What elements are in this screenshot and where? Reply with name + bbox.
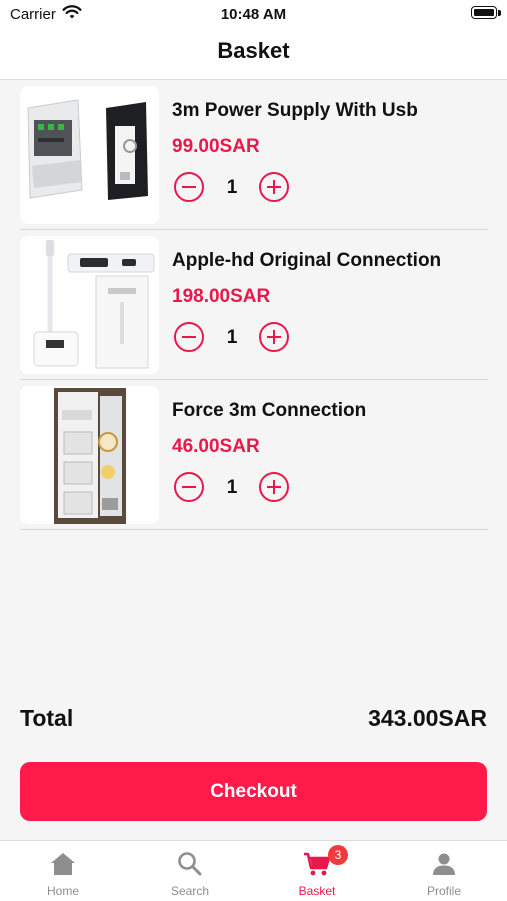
tab-basket[interactable]: 3 Basket bbox=[254, 841, 380, 901]
tab-label: Home bbox=[46, 884, 79, 898]
tab-bar: Home Search 3 Basket Profile bbox=[0, 840, 507, 901]
navigation-header: Basket bbox=[0, 28, 507, 80]
tab-search[interactable]: Search bbox=[127, 841, 253, 901]
total-row: Total 343.00SAR bbox=[20, 705, 487, 735]
increase-quantity-button[interactable] bbox=[259, 472, 289, 502]
tab-label: Search bbox=[170, 884, 210, 898]
product-name: 3m Power Supply With Usb bbox=[172, 100, 418, 121]
product-price: 99.00SAR bbox=[172, 136, 260, 157]
tab-profile[interactable]: Profile bbox=[381, 841, 507, 901]
basket-item[interactable]: Apple-hd Original Connection 198.00SAR 1 bbox=[20, 230, 488, 380]
product-price: 198.00SAR bbox=[172, 286, 271, 307]
page-title: Basket bbox=[217, 38, 290, 63]
increase-quantity-button[interactable] bbox=[259, 172, 289, 202]
clock: 10:48 AM bbox=[220, 6, 287, 23]
decrease-quantity-button[interactable] bbox=[174, 322, 204, 352]
quantity-value: 1 bbox=[226, 477, 238, 498]
quantity-value: 1 bbox=[226, 327, 238, 348]
product-price: 46.00SAR bbox=[172, 436, 260, 457]
search-icon bbox=[177, 851, 203, 882]
decrease-quantity-button[interactable] bbox=[174, 172, 204, 202]
decrease-quantity-button[interactable] bbox=[174, 472, 204, 502]
cart-count-badge: 3 bbox=[328, 845, 348, 865]
product-name: Force 3m Connection bbox=[172, 400, 367, 421]
total-amount: 343.00SAR bbox=[368, 705, 487, 731]
tab-label: Basket bbox=[298, 884, 336, 898]
total-label: Total bbox=[20, 705, 74, 731]
tab-home[interactable]: Home bbox=[0, 841, 126, 901]
basket-item[interactable]: Force 3m Connection 46.00SAR 1 bbox=[20, 380, 488, 530]
increase-quantity-button[interactable] bbox=[259, 322, 289, 352]
cart-icon bbox=[303, 851, 331, 882]
checkout-button[interactable]: Checkout bbox=[20, 762, 487, 821]
product-name: Apple-hd Original Connection bbox=[172, 250, 442, 271]
battery-tip bbox=[498, 10, 501, 16]
person-icon bbox=[431, 851, 457, 882]
quantity-value: 1 bbox=[226, 177, 238, 198]
basket-item[interactable]: 3m Power Supply With Usb 99.00SAR 1 bbox=[20, 80, 488, 230]
status-bar: Carrier 10:48 AM bbox=[0, 0, 507, 28]
battery-icon bbox=[471, 6, 497, 19]
home-icon bbox=[50, 851, 76, 882]
product-image bbox=[20, 86, 159, 224]
product-image bbox=[20, 386, 159, 524]
tab-label: Profile bbox=[426, 884, 461, 898]
product-image bbox=[20, 236, 159, 374]
